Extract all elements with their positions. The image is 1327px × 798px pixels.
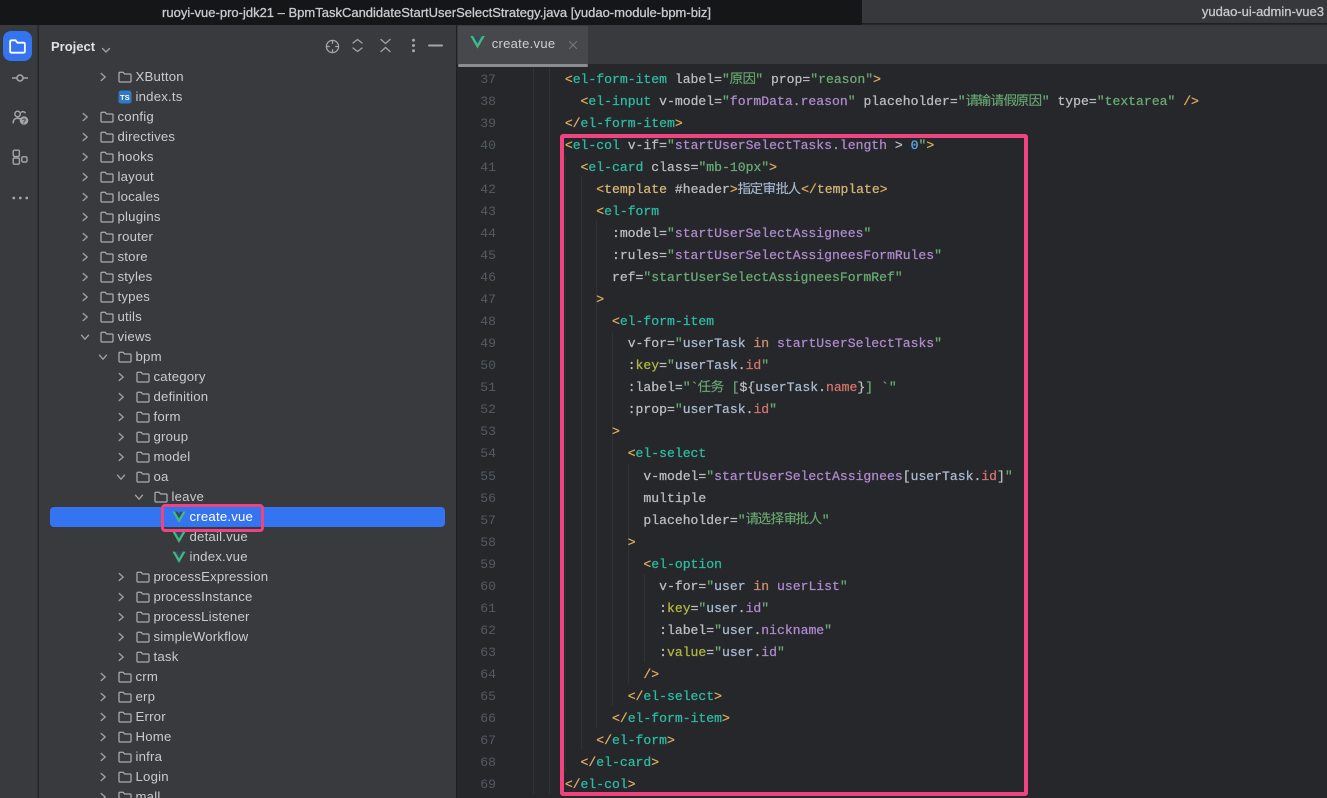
svg-text:TS: TS — [120, 93, 130, 102]
